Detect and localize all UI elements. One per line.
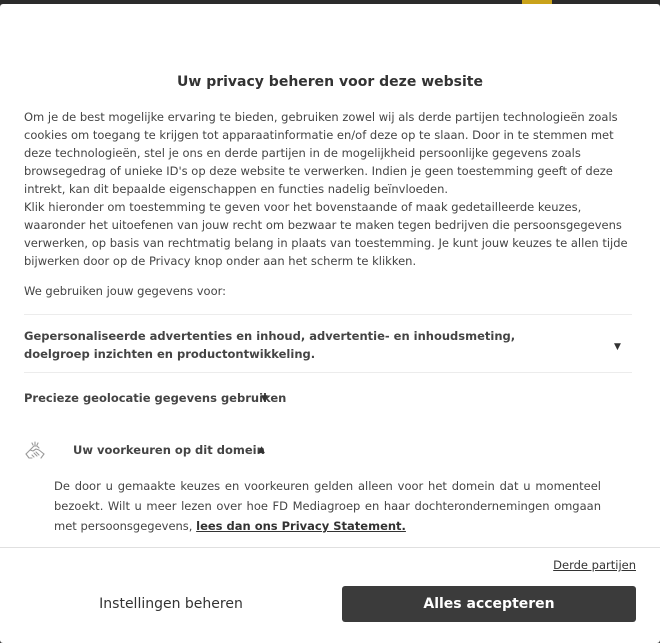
accept-all-button[interactable]: Alles accepteren: [342, 586, 636, 622]
intro-paragraph-2: Klik hieronder om toestemming te geven v…: [24, 200, 628, 268]
caret-down-icon: ▼: [614, 342, 621, 352]
manage-settings-button[interactable]: Instellingen beheren: [24, 586, 318, 622]
purpose-label: Precieze geolocatie gegevens gebruiken: [24, 391, 287, 405]
uses-label: We gebruiken jouw gegevens voor:: [24, 284, 227, 298]
purpose-label: Gepersonaliseerde advertenties en inhoud…: [24, 329, 516, 361]
handshake-icon: [25, 441, 45, 459]
footer-divider: [0, 547, 660, 548]
divider: [24, 314, 632, 315]
domain-preferences-label: Uw voorkeuren op dit domein: [73, 443, 265, 457]
domain-preferences-text: De door u gemaakte keuzes en voorkeuren …: [54, 476, 601, 536]
purpose-geolocation[interactable]: Precieze geolocatie gegevens gebruiken ▼: [24, 389, 632, 407]
caret-down-icon: ▼: [261, 394, 268, 404]
caret-up-icon: ▲: [258, 445, 265, 455]
purpose-personalised-ads[interactable]: Gepersonaliseerde advertenties en inhoud…: [24, 327, 632, 363]
dialog-title: Uw privacy beheren voor deze website: [177, 74, 483, 90]
intro-paragraph-1: Om je de best mogelijke ervaring te bied…: [24, 110, 618, 196]
privacy-dialog: Uw privacy beheren voor deze website Om …: [0, 4, 660, 643]
divider: [24, 372, 632, 373]
privacy-statement-link[interactable]: lees dan ons Privacy Statement.: [196, 519, 406, 533]
intro-text: Om je de best mogelijke ervaring te bied…: [24, 108, 636, 270]
domain-preferences-toggle[interactable]: Uw voorkeuren op dit domein ▲: [24, 440, 632, 466]
third-parties-link[interactable]: Derde partijen: [553, 558, 636, 572]
